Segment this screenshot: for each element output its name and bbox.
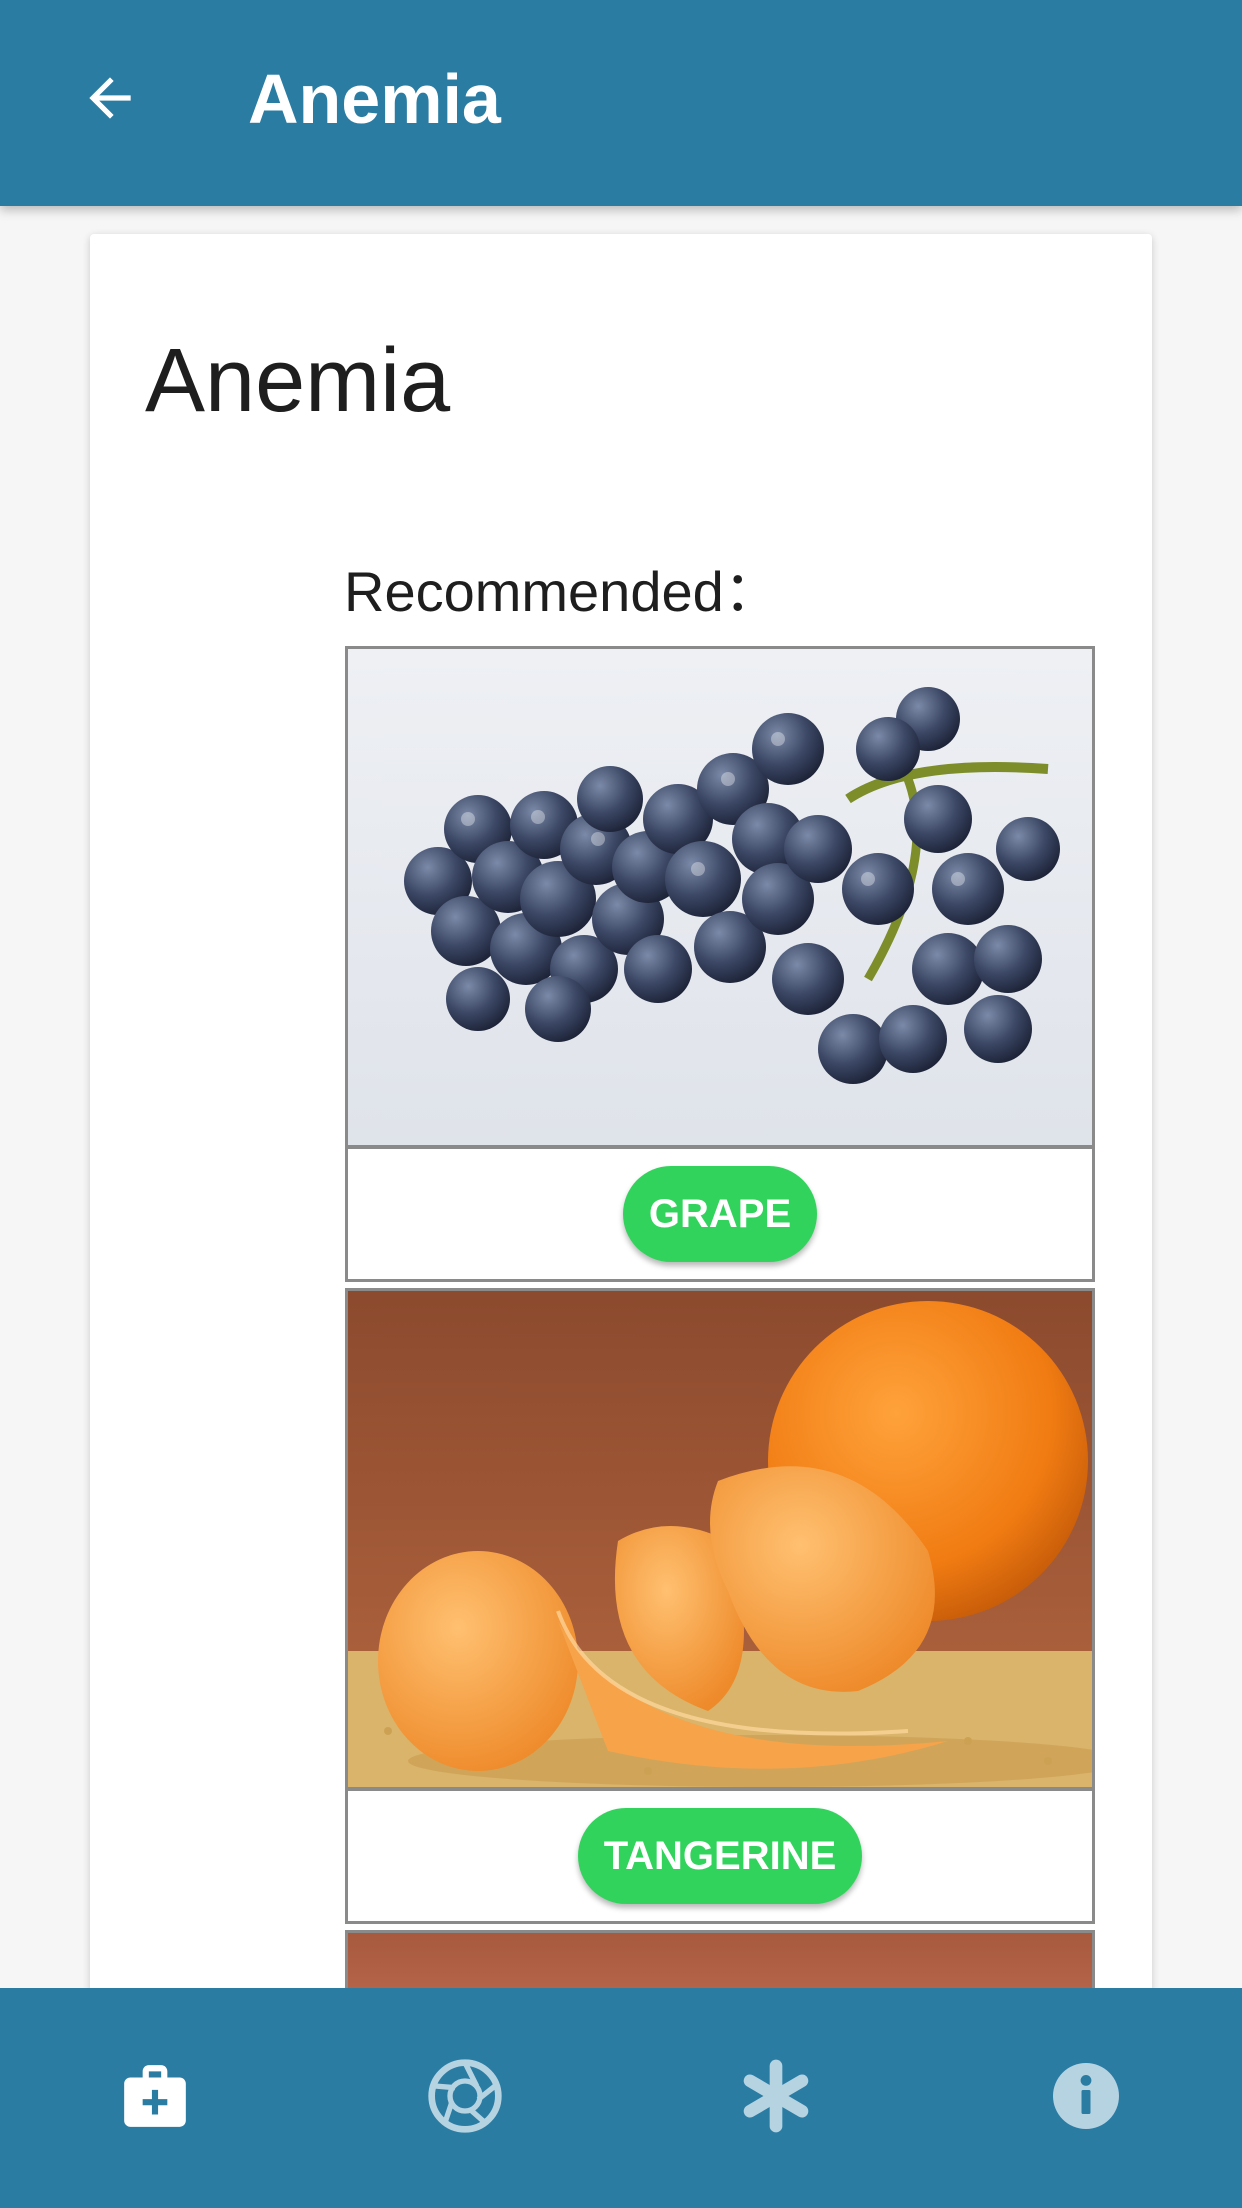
tab-medical-kit[interactable] [95, 2036, 215, 2156]
info-icon [1053, 2063, 1119, 2129]
medical-kit-icon [124, 2065, 186, 2127]
tangerine-image [348, 1291, 1092, 1791]
food-button-row: GRAPE [348, 1149, 1092, 1279]
content-card: Anemia Recommended： GRAPE TANGERINE [90, 234, 1152, 2014]
tab-camera[interactable] [405, 2036, 525, 2156]
bottom-navigation [0, 1988, 1242, 2208]
card-title: Anemia [145, 331, 451, 431]
tab-asterisk[interactable] [716, 2036, 836, 2156]
grape-image [348, 649, 1092, 1149]
app-bar: Anemia [0, 0, 1242, 206]
asterisk-icon [743, 2059, 809, 2133]
recommended-label: Recommended： [344, 560, 780, 623]
food-list: GRAPE TANGERINE [345, 646, 1095, 2013]
arrow-left-icon [89, 77, 131, 119]
camera-aperture-icon [428, 2059, 502, 2133]
back-button[interactable] [70, 58, 150, 138]
food-item-grape: GRAPE [345, 646, 1095, 1282]
grape-button[interactable]: GRAPE [622, 1166, 818, 1262]
food-button-row: TANGERINE [348, 1791, 1092, 1921]
tab-info[interactable] [1026, 2036, 1146, 2156]
app-bar-title: Anemia [248, 60, 501, 138]
tangerine-button[interactable]: TANGERINE [577, 1808, 863, 1904]
food-item-tangerine: TANGERINE [345, 1288, 1095, 1924]
